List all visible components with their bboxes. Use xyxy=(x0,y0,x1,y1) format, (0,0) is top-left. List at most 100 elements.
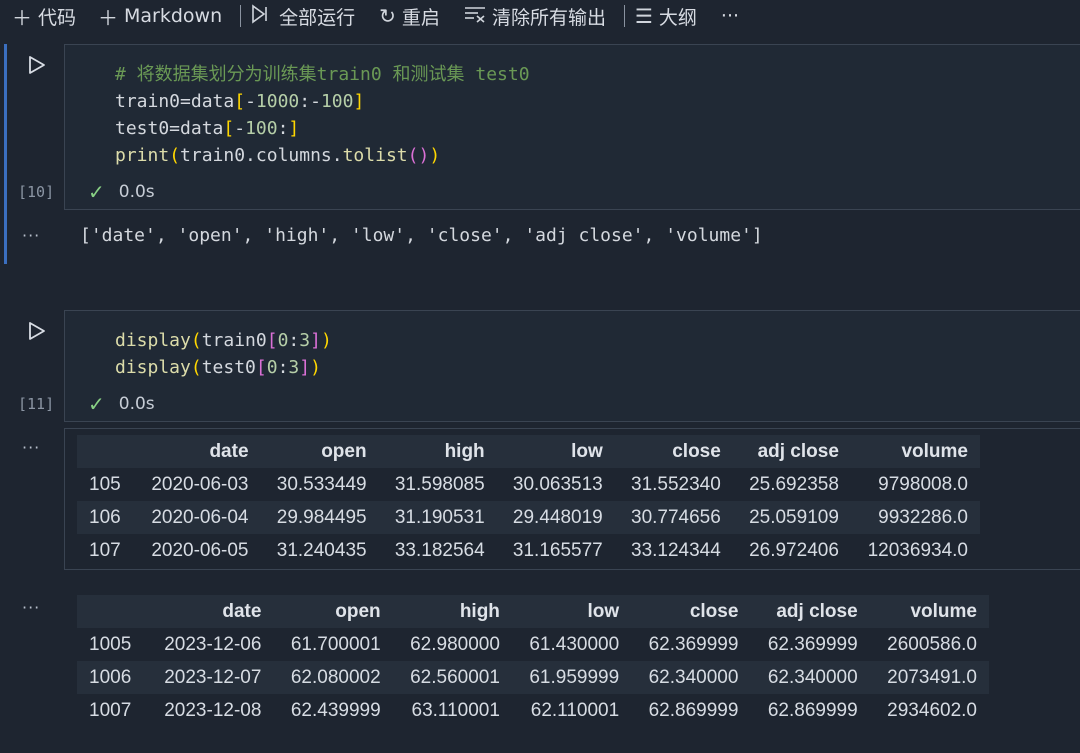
table-cell: 31.240435 xyxy=(260,534,379,567)
column-header: volume xyxy=(850,435,980,468)
table-cell: 61.700001 xyxy=(273,628,393,661)
table-cell: 62.980000 xyxy=(392,628,512,661)
add-markdown-cell-button[interactable]: ＋ Markdown xyxy=(98,0,222,32)
table-cell: 62.080002 xyxy=(273,661,393,694)
column-header: low xyxy=(496,435,615,468)
cell-output-text: ['date', 'open', 'high', 'low', 'close',… xyxy=(80,225,763,246)
row-index: 105 xyxy=(77,468,135,501)
table-cell: 62.340000 xyxy=(750,661,870,694)
column-header: date xyxy=(134,435,261,468)
add-markdown-label: Markdown xyxy=(124,5,223,27)
column-header: high xyxy=(392,595,512,628)
code-content[interactable]: display(train0[0:3]) display(test0[0:3]) xyxy=(115,327,332,381)
cell-focus-indicator xyxy=(4,44,7,264)
table-cell: 2600586.0 xyxy=(869,628,989,661)
column-header: close xyxy=(631,595,751,628)
table-row: 107 2020-06-05 31.240435 33.182564 31.165577… xyxy=(77,534,980,567)
table-cell: 29.984495 xyxy=(260,501,379,534)
table-cell: 2020-06-03 xyxy=(134,468,261,501)
table-cell: 2073491.0 xyxy=(869,661,989,694)
column-header: date xyxy=(146,595,274,628)
index-header xyxy=(77,435,135,468)
dataframe-table-test: date open high low close adj close volume 1005… xyxy=(77,595,989,727)
cell-status: ✓ 0.0s xyxy=(88,392,155,416)
execution-count: [11] xyxy=(18,395,55,413)
table-cell: 62.110001 xyxy=(511,694,632,727)
output-menu-button[interactable]: ··· xyxy=(22,438,40,457)
table-cell: 2934602.0 xyxy=(869,694,989,727)
outline-label: 大纲 xyxy=(658,6,697,29)
outline-button[interactable]: ☰ 大纲 xyxy=(635,0,697,32)
table-cell: 33.124344 xyxy=(614,534,733,567)
table-cell: 61.959999 xyxy=(511,661,632,694)
execution-count: [10] xyxy=(18,183,55,201)
column-header: low xyxy=(511,595,632,628)
execution-time: 0.0s xyxy=(118,394,155,414)
execution-time: 0.0s xyxy=(118,182,155,202)
run-all-label: 全部运行 xyxy=(279,6,356,29)
column-header: high xyxy=(378,435,497,468)
restart-icon: ↻ xyxy=(379,4,396,28)
toolbar-divider xyxy=(240,5,242,27)
row-index: 1007 xyxy=(77,694,147,727)
table-cell: 25.692358 xyxy=(732,468,851,501)
clear-all-icon xyxy=(464,4,486,28)
table-row: 106 2020-06-04 29.984495 31.190531 29.448019… xyxy=(77,501,980,534)
play-icon xyxy=(29,322,45,340)
table-cell: 31.598085 xyxy=(378,468,497,501)
table-cell: 31.552340 xyxy=(614,468,733,501)
check-icon: ✓ xyxy=(88,180,105,204)
column-header: adj close xyxy=(732,435,851,468)
table-row: 105 2020-06-03 30.533449 31.598085 30.063513… xyxy=(77,468,980,501)
table-cell: 63.110001 xyxy=(392,694,512,727)
restart-button[interactable]: ↻ 重启 xyxy=(379,0,440,32)
table-cell: 30.533449 xyxy=(260,468,379,501)
row-index: 1005 xyxy=(77,628,147,661)
table-cell: 33.182564 xyxy=(378,534,497,567)
table-cell: 62.869999 xyxy=(750,694,870,727)
add-code-label: 代码 xyxy=(38,6,77,29)
table-row: 1006 2023-12-07 62.080002 62.560001 61.95999… xyxy=(77,661,989,694)
run-all-icon xyxy=(251,3,273,29)
run-cell-button[interactable] xyxy=(26,320,48,342)
row-index: 107 xyxy=(77,534,135,567)
check-icon: ✓ xyxy=(88,392,105,416)
play-icon xyxy=(29,56,45,74)
dataframe-table-train: date open high low close adj close volume 105 2… xyxy=(77,435,980,567)
table-cell: 62.340000 xyxy=(631,661,751,694)
table-cell: 61.430000 xyxy=(511,628,632,661)
table-row: 1005 2023-12-06 61.700001 62.980000 61.43000… xyxy=(77,628,989,661)
table-row: 1007 2023-12-08 62.439999 63.110001 62.11000… xyxy=(77,694,989,727)
table-cell: 25.059109 xyxy=(732,501,851,534)
cell-status: ✓ 0.0s xyxy=(88,180,155,204)
table-cell: 2023-12-07 xyxy=(146,661,274,694)
restart-label: 重启 xyxy=(401,6,440,29)
table-cell: 9932286.0 xyxy=(850,501,980,534)
run-cell-button[interactable] xyxy=(26,54,48,76)
table-cell: 29.448019 xyxy=(496,501,615,534)
table-cell: 2020-06-05 xyxy=(134,534,261,567)
table-cell: 62.439999 xyxy=(273,694,393,727)
table-cell: 62.560001 xyxy=(392,661,512,694)
column-header: open xyxy=(260,435,379,468)
output-menu-button[interactable]: ··· xyxy=(22,226,40,245)
clear-outputs-button[interactable]: 清除所有输出 xyxy=(464,0,606,32)
more-icon: ··· xyxy=(720,5,740,27)
table-cell: 31.165577 xyxy=(496,534,615,567)
run-all-button[interactable]: 全部运行 xyxy=(251,0,355,32)
list-icon: ☰ xyxy=(634,4,653,28)
row-index: 1006 xyxy=(77,661,147,694)
column-header: adj close xyxy=(750,595,870,628)
column-header: open xyxy=(273,595,393,628)
table-cell: 62.869999 xyxy=(631,694,751,727)
table-cell: 31.190531 xyxy=(378,501,497,534)
output-menu-button[interactable]: ··· xyxy=(22,598,40,617)
clear-outputs-label: 清除所有输出 xyxy=(491,6,606,29)
add-code-cell-button[interactable]: ＋ 代码 xyxy=(12,0,76,32)
table-cell: 30.063513 xyxy=(496,468,615,501)
table-cell: 2020-06-04 xyxy=(134,501,261,534)
code-content[interactable]: # 将数据集划分为训练集train0 和测试集 test0 train0=dat… xyxy=(115,61,530,169)
more-actions-button[interactable]: ··· xyxy=(721,0,739,32)
notebook-toolbar: ＋ 代码 ＋ Markdown 全部运行 ↻ 重启 清除所有输出 ☰ 大纲 ··… xyxy=(0,0,1080,32)
table-cell: 12036934.0 xyxy=(850,534,980,567)
